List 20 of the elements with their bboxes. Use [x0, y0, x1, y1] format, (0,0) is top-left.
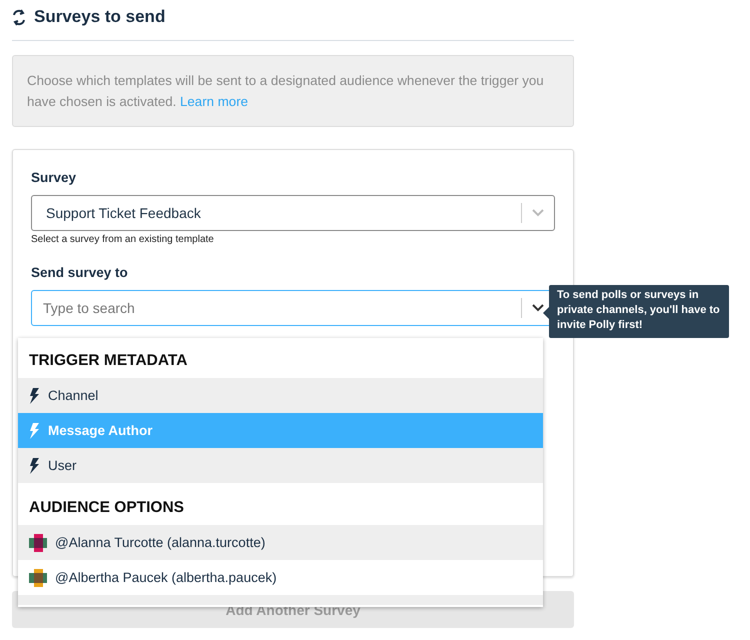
chevron-down-icon [532, 209, 544, 217]
field-label: Send survey to [31, 265, 129, 280]
chevron-down-icon [532, 304, 544, 312]
sync-icon [12, 8, 26, 26]
lightning-icon [29, 458, 40, 474]
search-input[interactable]: Type to search [41, 299, 521, 317]
group-heading: AUDIENCE OPTIONS [28, 498, 186, 518]
field-label: Survey [31, 170, 78, 185]
info-banner: Choose which templates will be sent to a designated audience whenever the trigger you have chosen is activated. Learn more [12, 55, 574, 127]
lightning-icon [29, 388, 40, 404]
tooltip-pointer [543, 307, 549, 319]
lightning-icon [29, 422, 40, 438]
dropdown-option[interactable]: Channel [18, 378, 543, 413]
survey-select[interactable]: Support Ticket Feedback [31, 195, 555, 231]
group-heading: TRIGGER METADATA [28, 351, 188, 371]
dropdown-option[interactable]: User [18, 448, 543, 483]
help-text: Select a survey from an existing template [31, 234, 215, 245]
dropdown-option[interactable]: @Alanna Turcotte (alanna.turcotte) [18, 525, 543, 560]
tooltip: To send polls or surveys in private channels, you'll have to invite Polly first! [549, 285, 729, 338]
section-title: Surveys to send [34, 7, 166, 27]
